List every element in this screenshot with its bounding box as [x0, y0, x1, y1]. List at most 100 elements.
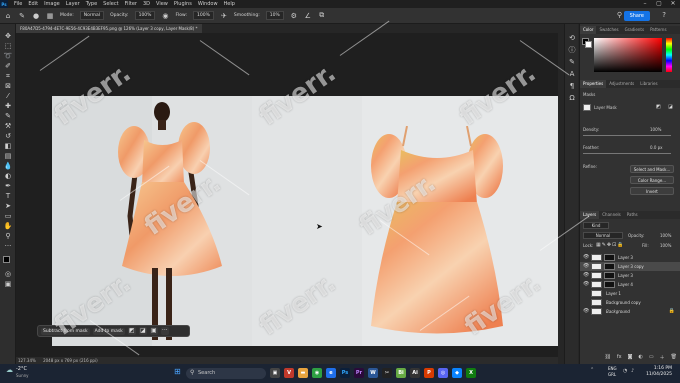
- layer-row[interactable]: Layer 1: [580, 289, 680, 298]
- menu-edit[interactable]: Edit: [25, 1, 41, 7]
- menu-select[interactable]: Select: [100, 1, 121, 7]
- opacity-field[interactable]: 100%: [134, 11, 156, 20]
- feather-slider[interactable]: [583, 153, 671, 154]
- group-icon[interactable]: ▭: [649, 354, 654, 363]
- layer-mask-thumbnail[interactable]: [604, 272, 615, 279]
- link-layers-icon[interactable]: ⛓: [605, 354, 611, 363]
- blur-tool-icon[interactable]: 💧: [3, 162, 13, 170]
- menu-plugins[interactable]: Plugins: [171, 1, 195, 7]
- menu-3d[interactable]: 3D: [140, 1, 153, 7]
- symmetry-icon[interactable]: ⧉: [318, 11, 326, 20]
- quick-mask-icon[interactable]: ◎: [3, 270, 13, 278]
- density-slider[interactable]: [583, 135, 671, 136]
- menu-type[interactable]: Type: [83, 1, 100, 7]
- help-icon[interactable]: ?: [662, 11, 666, 19]
- layer-row[interactable]: 👁 Layer 3: [580, 253, 680, 262]
- glyphs-panel-icon[interactable]: Ω: [568, 94, 576, 102]
- add-mask-icon[interactable]: ◙: [628, 354, 633, 363]
- tab-adjustments[interactable]: Adjustments: [606, 80, 637, 88]
- blend-mode-dropdown[interactable]: Normal: [583, 232, 623, 239]
- type-tool-icon[interactable]: T: [3, 192, 13, 200]
- fx-icon[interactable]: fx: [617, 354, 622, 363]
- brush-tool-icon[interactable]: ✎: [18, 12, 26, 20]
- history-panel-icon[interactable]: ⟲: [568, 34, 576, 42]
- brush-settings-icon[interactable]: ▦: [46, 12, 54, 20]
- home-icon[interactable]: ⌂: [4, 12, 12, 20]
- visibility-eye-icon[interactable]: 👁: [583, 253, 589, 262]
- app-icon[interactable]: Bi: [396, 368, 406, 378]
- app-icon[interactable]: Ai: [410, 368, 420, 378]
- mask-settings-icon[interactable]: ▣: [149, 327, 158, 335]
- screen-mode-icon[interactable]: ▣: [3, 280, 13, 288]
- add-to-mask-button[interactable]: Add to mask: [92, 327, 125, 335]
- layer-row[interactable]: 👁 Background 🔒: [580, 307, 680, 316]
- tab-swatches[interactable]: Swatches: [596, 26, 621, 34]
- close-button[interactable]: ✕: [666, 0, 680, 8]
- weather-icon[interactable]: ☁: [6, 366, 13, 374]
- minimize-button[interactable]: –: [638, 0, 652, 8]
- taskbar-search[interactable]: Search: [186, 368, 266, 379]
- visibility-eye-icon[interactable]: 👁: [583, 262, 589, 271]
- menu-filter[interactable]: Filter: [122, 1, 140, 7]
- app-icon[interactable]: ◆: [452, 368, 462, 378]
- frame-tool-icon[interactable]: ⊠: [3, 82, 13, 90]
- tab-libraries[interactable]: Libraries: [637, 80, 660, 88]
- zoom-level[interactable]: 127.34%: [18, 358, 36, 363]
- volume-icon[interactable]: ♪: [631, 368, 634, 374]
- language-top[interactable]: ENG: [608, 366, 617, 371]
- quick-select-tool-icon[interactable]: ✐: [3, 62, 13, 70]
- tab-patterns[interactable]: Patterns: [647, 26, 669, 34]
- task-view-icon[interactable]: ▣: [270, 368, 280, 378]
- canvas-image[interactable]: ➤: [52, 96, 558, 346]
- tray-chevron-icon[interactable]: ⌃: [590, 367, 594, 373]
- premiere-icon[interactable]: Pr: [354, 368, 364, 378]
- menu-window[interactable]: Window: [195, 1, 221, 7]
- clone-stamp-tool-icon[interactable]: ⚒: [3, 122, 13, 130]
- photoshop-task-icon[interactable]: Ps: [340, 368, 350, 378]
- layer-row-selected[interactable]: 👁 Layer 3 copy: [580, 262, 680, 271]
- mask-invert-icon[interactable]: ◩: [127, 327, 136, 335]
- excel-icon[interactable]: X: [466, 368, 476, 378]
- adjustment-layer-icon[interactable]: ◐: [639, 354, 643, 363]
- color-picker-field[interactable]: [594, 38, 662, 72]
- layer-row[interactable]: 👁 Layer 3: [580, 271, 680, 280]
- vector-mask-icon[interactable]: ◪: [668, 104, 673, 110]
- wifi-icon[interactable]: ◔: [623, 368, 627, 374]
- tab-layers[interactable]: Layers: [580, 211, 600, 219]
- document-tab[interactable]: F80A47D5-4794-4E7C-9E56-4C93E4B3EF95.png…: [16, 24, 202, 33]
- menu-image[interactable]: Image: [41, 1, 63, 7]
- history-brush-tool-icon[interactable]: ↺: [3, 132, 13, 140]
- brush-tool-icon[interactable]: ✎: [3, 112, 13, 120]
- language-bottom[interactable]: GRL: [608, 372, 616, 377]
- delete-layer-icon[interactable]: 🗑: [671, 354, 677, 363]
- word-icon[interactable]: W: [368, 368, 378, 378]
- new-layer-icon[interactable]: ＋: [660, 354, 665, 363]
- subtract-from-mask-button[interactable]: Subtract from mask: [41, 327, 90, 335]
- lock-options-icon[interactable]: ▦✎✥⊡🔒: [596, 242, 625, 248]
- layer-row[interactable]: Background copy: [580, 298, 680, 307]
- menu-view[interactable]: View: [153, 1, 171, 7]
- tab-channels[interactable]: Channels: [599, 211, 624, 219]
- shape-tool-icon[interactable]: ▭: [3, 212, 13, 220]
- layer-mask-thumbnail[interactable]: [604, 281, 615, 288]
- smoothing-field[interactable]: 10%: [265, 11, 284, 20]
- move-tool-icon[interactable]: ✥: [3, 32, 13, 40]
- feather-value[interactable]: 0.0 px: [650, 145, 663, 150]
- mask-fill-icon[interactable]: ◪: [138, 327, 147, 335]
- layer-opacity-value[interactable]: 100%: [660, 233, 671, 238]
- airbrush-icon[interactable]: ✈: [220, 12, 228, 20]
- zoom-tool-icon[interactable]: ⚲: [3, 232, 13, 240]
- layer-mask-thumbnail[interactable]: [604, 254, 615, 261]
- lasso-tool-icon[interactable]: ➰: [3, 52, 13, 60]
- menu-file[interactable]: File: [11, 1, 25, 7]
- select-and-mask-button[interactable]: Select and Mask...: [630, 165, 674, 173]
- path-select-tool-icon[interactable]: ➤: [3, 202, 13, 210]
- eraser-tool-icon[interactable]: ◧: [3, 142, 13, 150]
- foreground-color-swatch[interactable]: [3, 256, 10, 263]
- discord-icon[interactable]: ◎: [438, 368, 448, 378]
- paragraph-panel-icon[interactable]: ¶: [568, 82, 576, 90]
- color-panel-background-swatch[interactable]: [585, 41, 592, 48]
- vivaldi-icon[interactable]: V: [284, 368, 294, 378]
- healing-tool-icon[interactable]: ✚: [3, 102, 13, 110]
- file-explorer-icon[interactable]: ▬: [298, 368, 308, 378]
